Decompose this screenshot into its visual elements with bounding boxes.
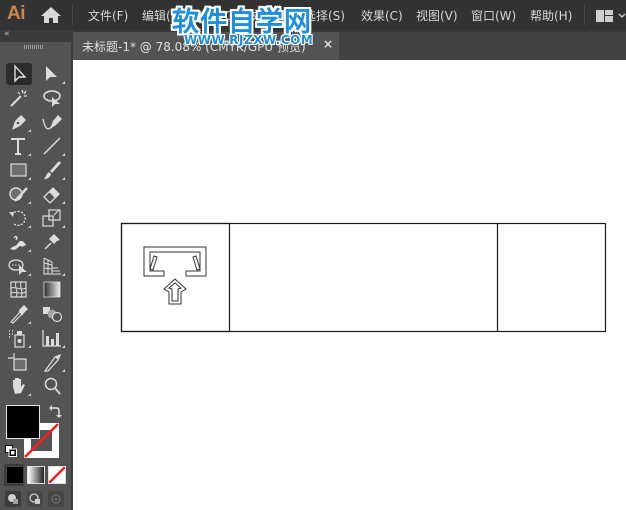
tools-panel-header[interactable]: « — [0, 29, 71, 42]
tool-group-indicator — [62, 273, 65, 276]
gradient-icon — [43, 281, 61, 298]
tool-group-indicator — [28, 177, 31, 180]
menu-help[interactable]: 帮助(H) — [530, 7, 572, 24]
lasso-tool[interactable] — [40, 87, 66, 109]
blend-icon — [43, 307, 63, 323]
draw-normal-button[interactable] — [5, 491, 21, 507]
collapse-panel-icon[interactable]: « — [4, 29, 9, 39]
artboard-tool[interactable] — [6, 351, 32, 373]
menu-bar: Ai 文件(F) 编辑(E) 对象(O) 文字(T) 选择(S) 效果(C) 视… — [0, 0, 626, 30]
tool-group-indicator — [28, 273, 31, 276]
draw-behind-button[interactable] — [27, 491, 43, 507]
tool-group-indicator — [62, 81, 65, 84]
home-icon — [41, 7, 61, 23]
shaper-tool[interactable] — [6, 183, 32, 205]
tool-group-indicator — [28, 153, 31, 156]
tool-group-indicator — [28, 393, 31, 396]
mesh-icon — [10, 281, 27, 298]
menu-edit[interactable]: 编辑(E) — [142, 7, 183, 24]
direct-selection-tool[interactable] — [40, 63, 66, 85]
scale-tool[interactable] — [40, 207, 66, 229]
pen-tool[interactable] — [6, 111, 32, 133]
magic-wand-icon — [10, 89, 27, 107]
draw-inside-icon — [51, 494, 61, 504]
menu-file[interactable]: 文件(F) — [88, 7, 128, 24]
swap-fill-stroke-button[interactable] — [48, 404, 62, 418]
panel-grip[interactable] — [24, 45, 44, 49]
tool-group-indicator — [28, 225, 31, 228]
workspace-switcher-button[interactable] — [596, 8, 626, 22]
menu-view[interactable]: 视图(V) — [416, 7, 458, 24]
lasso-icon — [43, 90, 61, 107]
line-segment-tool[interactable] — [40, 135, 66, 157]
pin-tool[interactable] — [40, 231, 66, 253]
slice-tool[interactable] — [40, 351, 66, 373]
artboard-icon — [8, 353, 27, 371]
default-fill-stroke-button[interactable] — [5, 442, 17, 457]
tool-group-indicator — [62, 369, 65, 372]
rectangle-tool[interactable] — [6, 159, 32, 181]
color-mode-button[interactable] — [6, 466, 24, 484]
perspective-grid-tool[interactable] — [40, 255, 66, 277]
mesh-tool[interactable] — [6, 279, 32, 301]
column-graph-tool[interactable] — [40, 327, 66, 349]
paintbrush-tool[interactable] — [40, 159, 66, 181]
close-icon[interactable]: × — [323, 37, 333, 51]
fill-swatch[interactable] — [6, 405, 40, 439]
workspace-switcher-icon — [596, 10, 626, 22]
menu-effect[interactable]: 效果(C) — [361, 7, 403, 24]
tool-group-indicator — [62, 153, 65, 156]
none-icon — [48, 466, 66, 484]
eyedropper-tool[interactable] — [6, 303, 32, 325]
tool-group-indicator — [62, 201, 65, 204]
rotate-tool[interactable] — [6, 207, 32, 229]
tool-group-indicator — [28, 129, 31, 132]
puppet-warp-tool[interactable] — [6, 231, 32, 253]
selection-arrow-icon — [14, 64, 27, 83]
zoom-tool[interactable] — [40, 375, 66, 397]
draw-behind-icon — [29, 493, 40, 504]
none-mode-button[interactable] — [48, 466, 66, 484]
curvature-pen-icon — [42, 115, 62, 130]
menu-divider — [584, 5, 585, 25]
eraser-tool[interactable] — [40, 183, 66, 205]
menu-type[interactable]: 文字(T) — [250, 7, 291, 24]
artboard-canvas[interactable] — [73, 60, 626, 510]
gradient-tool[interactable] — [40, 279, 66, 301]
tool-group-indicator — [28, 201, 31, 204]
artwork — [120, 222, 607, 333]
document-tab[interactable]: 未标题-1* @ 78.08% (CMYK/GPU 预览) × — [73, 32, 339, 60]
free-transform-tool[interactable] — [6, 255, 32, 277]
curvature-tool[interactable] — [40, 111, 66, 133]
menu-divider — [72, 5, 73, 25]
tool-group-indicator — [62, 225, 65, 228]
selection-tool[interactable] — [6, 63, 32, 85]
left-cell-rect — [120, 222, 231, 333]
magnifier-icon — [44, 377, 61, 395]
tool-group-indicator — [28, 321, 31, 324]
symbol-sprayer-tool[interactable] — [6, 327, 32, 349]
app-logo: Ai — [7, 3, 26, 24]
gradient-mode-button[interactable] — [27, 466, 45, 484]
type-tool[interactable] — [6, 135, 32, 157]
menu-object[interactable]: 对象(O) — [196, 7, 239, 24]
document-tab-title: 未标题-1* @ 78.08% (CMYK/GPU 预览) — [82, 40, 306, 54]
draw-inside-button[interactable] — [48, 491, 64, 507]
pushpin-icon — [44, 234, 60, 250]
magic-wand-tool[interactable] — [6, 87, 32, 109]
tool-group-indicator — [28, 345, 31, 348]
blend-tool[interactable] — [40, 303, 66, 325]
tool-group-indicator — [62, 345, 65, 348]
menu-select[interactable]: 选择(S) — [304, 7, 345, 24]
tool-group-indicator — [28, 249, 31, 252]
hand-tool[interactable] — [6, 375, 32, 397]
menu-window[interactable]: 窗口(W) — [471, 7, 516, 24]
home-button[interactable] — [40, 6, 62, 24]
default-colors-icon — [5, 445, 17, 457]
outer-banner-rect — [120, 222, 607, 333]
swap-arrow-icon — [49, 405, 62, 418]
tool-group-indicator — [62, 177, 65, 180]
draw-normal-icon — [8, 494, 18, 504]
upload-tray-icon — [143, 246, 207, 305]
